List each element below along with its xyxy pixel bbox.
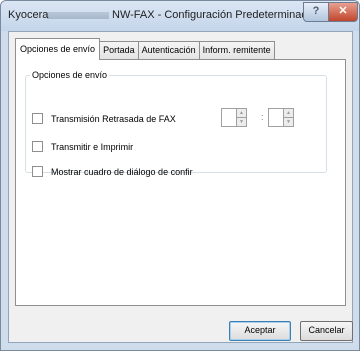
tab-panel-send-options: Opciones de envío Transmisión Retrasada … xyxy=(15,59,346,306)
minute-spinner-arrows[interactable]: ▲ ▼ xyxy=(283,108,294,127)
time-separator: : xyxy=(261,112,264,122)
hour-input[interactable] xyxy=(221,108,237,127)
delayed-fax-option[interactable]: Transmisión Retrasada de FAX xyxy=(32,113,176,125)
hour-down-arrow-icon[interactable]: ▼ xyxy=(237,118,246,126)
tab-send-options[interactable]: Opciones de envío xyxy=(15,38,101,60)
confirm-dialog-label: Mostrar cuadro de diálogo de confir xyxy=(51,167,193,177)
tab-authentication[interactable]: Autenticación xyxy=(137,41,200,60)
send-and-print-checkbox[interactable] xyxy=(32,141,43,152)
window-title: Kyocera NW-FAX - Configuración Predetermi… xyxy=(8,9,314,21)
send-and-print-label: Transmitir e Imprimir xyxy=(51,142,134,152)
send-options-group-label: Opciones de envío xyxy=(32,70,108,80)
tab-sender-info[interactable]: Inform. remitente xyxy=(198,41,275,60)
accept-button[interactable]: Aceptar xyxy=(229,321,291,341)
delayed-fax-label: Transmisión Retrasada de FAX xyxy=(51,114,176,124)
confirm-dialog-checkbox[interactable] xyxy=(32,166,43,177)
tab-strip: Opciones de envío Portada Autenticación Inf… xyxy=(15,38,275,60)
hour-spinner-arrows[interactable]: ▲ ▼ xyxy=(236,108,247,127)
delayed-fax-checkbox[interactable] xyxy=(32,113,43,124)
window-title-app: Kyocera xyxy=(8,9,49,21)
window-title-text: NW-FAX - Configuración Predeterminada xyxy=(112,9,314,21)
help-button[interactable]: ? xyxy=(303,2,329,22)
minute-down-arrow-icon[interactable]: ▼ xyxy=(284,118,293,126)
dialog-window: Kyocera NW-FAX - Configuración Predetermi… xyxy=(0,0,360,351)
minute-input[interactable] xyxy=(268,108,284,127)
minute-up-arrow-icon[interactable]: ▲ xyxy=(284,109,293,118)
send-and-print-option[interactable]: Transmitir e Imprimir xyxy=(32,141,133,153)
cancel-button[interactable]: Cancelar xyxy=(300,321,353,341)
confirm-dialog-option[interactable]: Mostrar cuadro de diálogo de confir xyxy=(32,166,193,178)
dialog-client-area: Opciones de envío Portada Autenticación Inf… xyxy=(8,31,353,343)
tab-cover-page[interactable]: Portada xyxy=(99,41,139,60)
close-button[interactable]: ✕ xyxy=(328,2,358,22)
title-bar[interactable]: Kyocera NW-FAX - Configuración Predetermi… xyxy=(1,1,359,31)
hour-up-arrow-icon[interactable]: ▲ xyxy=(237,109,246,118)
